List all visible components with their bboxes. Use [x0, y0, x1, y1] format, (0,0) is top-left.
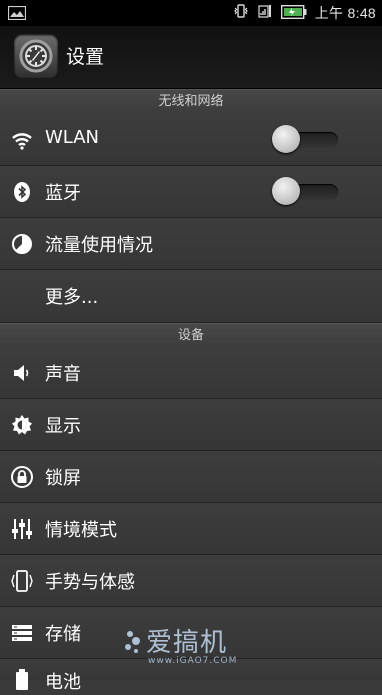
signal-icon — [257, 3, 273, 23]
storage-icon — [11, 622, 33, 644]
settings-item-sound[interactable]: 声音 — [0, 347, 382, 399]
status-bar: 上午 8:48 — [0, 0, 382, 26]
settings-item-label: 声音 — [45, 364, 81, 385]
lock-icon — [11, 466, 33, 488]
page-title: 设置 — [66, 46, 105, 68]
settings-item-wlan[interactable]: WLAN — [0, 114, 382, 166]
brightness-icon — [11, 414, 33, 436]
settings-item-lock[interactable]: 锁屏 — [0, 451, 382, 503]
data-usage-icon — [11, 233, 33, 255]
action-bar: 设置 — [0, 26, 382, 89]
settings-item-data-usage[interactable]: 流量使用情况 — [0, 218, 382, 270]
wlan-toggle[interactable] — [272, 125, 338, 155]
vibrate-icon — [233, 3, 249, 23]
settings-item-label: 电池 — [45, 672, 81, 693]
settings-gear-icon[interactable] — [14, 34, 58, 78]
sliders-icon — [11, 518, 33, 540]
settings-item-label: 流量使用情况 — [45, 235, 153, 256]
battery-icon — [280, 4, 307, 23]
settings-item-gestures[interactable]: 手势与体感 — [0, 555, 382, 607]
settings-item-label: 锁屏 — [45, 468, 81, 489]
settings-item-label: 存储 — [45, 624, 81, 645]
bluetooth-icon — [11, 181, 33, 203]
settings-item-display[interactable]: 显示 — [0, 399, 382, 451]
section-header-wireless: 无线和网络 — [0, 89, 382, 115]
speaker-icon — [11, 362, 33, 384]
phone-gesture-icon — [11, 570, 33, 592]
watermark-title: 爱搞机 — [146, 628, 228, 658]
settings-item-label: 更多... — [45, 287, 99, 308]
settings-item-label: 蓝牙 — [45, 183, 81, 204]
settings-item-label: WLAN — [45, 127, 100, 148]
bluetooth-toggle[interactable] — [272, 177, 338, 207]
settings-item-label: 情境模式 — [45, 520, 117, 541]
settings-item-profiles[interactable]: 情境模式 — [0, 503, 382, 555]
settings-item-label: 显示 — [45, 416, 81, 437]
battery-row-icon — [11, 669, 33, 691]
status-time: 上午 8:48 — [314, 5, 376, 21]
watermark-dots-icon — [125, 631, 140, 653]
watermark: 爱搞机 www.iGAO7.COM — [122, 622, 262, 672]
settings-item-label: 手势与体感 — [45, 572, 135, 593]
section-header-device: 设备 — [0, 323, 382, 349]
watermark-url: www.iGAO7.COM — [148, 656, 238, 666]
toggle-knob[interactable] — [272, 125, 300, 153]
settings-item-bluetooth[interactable]: 蓝牙 — [0, 166, 382, 218]
image-notification-icon — [7, 5, 27, 21]
wifi-icon — [11, 129, 33, 151]
settings-item-more[interactable]: 更多... — [0, 270, 382, 323]
toggle-knob[interactable] — [272, 177, 300, 205]
